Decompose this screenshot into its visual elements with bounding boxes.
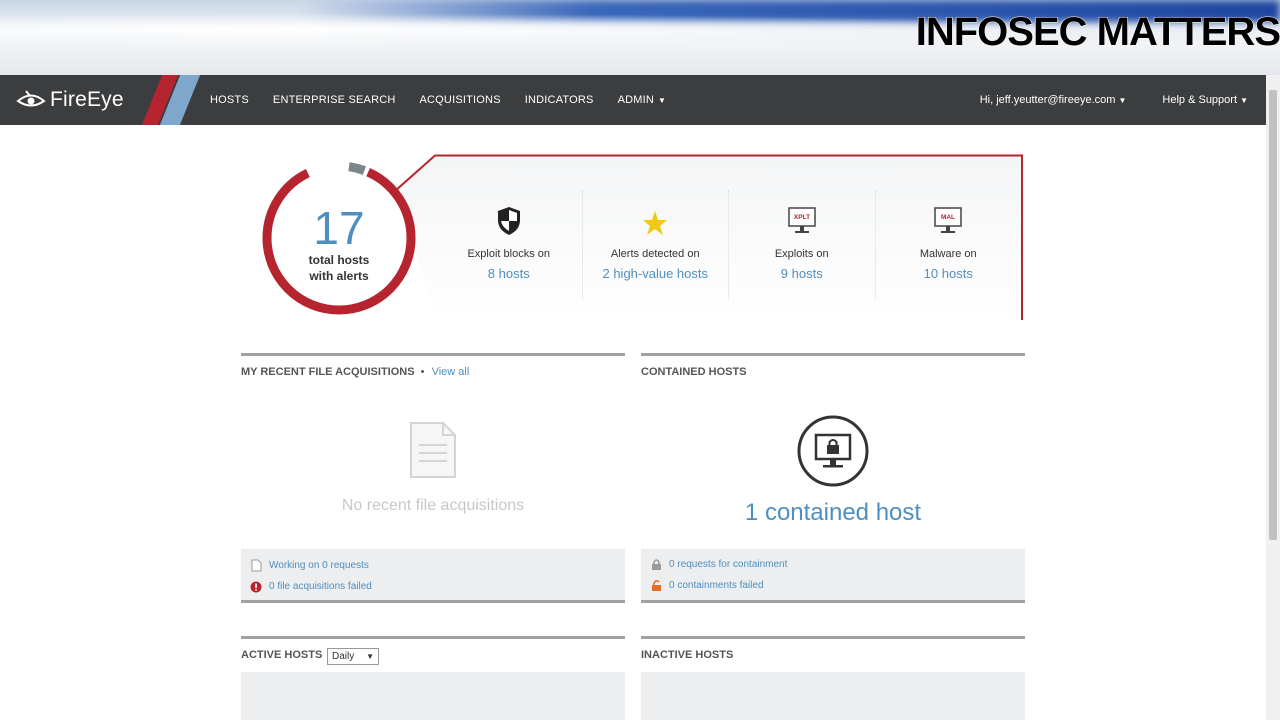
nav-enterprise-search[interactable]: ENTERPRISE SEARCH bbox=[273, 94, 396, 106]
error-icon bbox=[249, 580, 263, 594]
containments-failed-link[interactable]: 0 containments failed bbox=[641, 575, 1025, 596]
active-panel-rule bbox=[241, 636, 625, 639]
caret-down-icon: ▼ bbox=[1118, 96, 1127, 105]
file-icon bbox=[249, 559, 263, 573]
brand-name: FireEye bbox=[50, 88, 124, 111]
shield-icon bbox=[497, 207, 520, 235]
nav-admin-label: ADMIN bbox=[617, 94, 655, 106]
lock-icon bbox=[649, 558, 663, 572]
stat-label: Exploits on bbox=[774, 248, 829, 260]
working-requests-text: Working on 0 requests bbox=[269, 560, 369, 571]
nav-indicators[interactable]: INDICATORS bbox=[525, 94, 594, 106]
user-menu[interactable]: Hi, jeff.yeutter@fireeye.com ▼ bbox=[962, 94, 1127, 106]
nav-admin[interactable]: ADMIN ▼ bbox=[618, 94, 667, 106]
main-nav: HOSTS ENTERPRISE SEARCH ACQUISITIONS IND… bbox=[210, 75, 690, 125]
acquisitions-footer: Working on 0 requests 0 file acquisition… bbox=[241, 549, 625, 603]
stat-link-high-value-hosts[interactable]: 2 high-value hosts bbox=[583, 266, 729, 281]
user-menu-label: Hi, jeff.yeutter@fireeye.com bbox=[979, 94, 1116, 106]
stat-link-exploits[interactable]: 9 hosts bbox=[729, 266, 875, 281]
contained-panel-title: CONTAINED HOSTS bbox=[641, 366, 747, 378]
help-menu[interactable]: Help & Support ▼ bbox=[1144, 94, 1248, 106]
total-hosts-label-line2: with alerts bbox=[309, 269, 369, 283]
top-navbar: FireEye HOSTS ENTERPRISE SEARCH ACQUISIT… bbox=[0, 75, 1266, 125]
fireeye-logo-icon bbox=[16, 90, 46, 107]
malware-monitor-icon: MAL bbox=[934, 207, 962, 233]
stat-high-value-alerts: Alerts detected on 2 high-value hosts bbox=[583, 190, 729, 300]
nav-user-area: Hi, jeff.yeutter@fireeye.com ▼ Help & Su… bbox=[944, 75, 1248, 125]
containments-failed-text: 0 containments failed bbox=[669, 580, 764, 591]
period-select-value: Daily bbox=[332, 651, 355, 662]
contained-monitor-lock-icon bbox=[797, 415, 869, 487]
stat-malware: MAL Malware on 10 hosts bbox=[876, 190, 1022, 300]
inactive-panel-rule bbox=[641, 636, 1025, 639]
active-hosts-title: ACTIVE HOSTS bbox=[241, 649, 323, 661]
malware-badge: MAL bbox=[941, 214, 955, 221]
help-menu-label: Help & Support bbox=[1162, 94, 1238, 106]
stat-label: Malware on bbox=[919, 248, 977, 260]
acquisitions-panel-title: MY RECENT FILE ACQUISITIONS • View all bbox=[241, 366, 469, 378]
brand-logo[interactable]: FireEye bbox=[0, 75, 180, 125]
active-hosts-period-select[interactable]: Daily ▼ bbox=[327, 648, 379, 665]
scrollbar-thumb[interactable] bbox=[1269, 90, 1277, 540]
total-hosts-label-line1: total hosts bbox=[308, 253, 370, 267]
hosts-with-alerts-ring[interactable]: 17 total hosts with alerts bbox=[258, 157, 420, 319]
active-hosts-chart-area bbox=[241, 672, 625, 720]
document-icon bbox=[410, 422, 456, 478]
title-separator: • bbox=[420, 366, 425, 378]
containment-requests-link[interactable]: 0 requests for containment bbox=[641, 554, 1025, 575]
stat-label: Alerts detected on bbox=[610, 248, 700, 260]
watermark-text: INFOSEC MATTERS bbox=[915, 10, 1280, 55]
failed-acquisitions-link[interactable]: 0 file acquisitions failed bbox=[241, 576, 625, 597]
contained-panel-rule bbox=[641, 353, 1025, 356]
caret-down-icon: ▼ bbox=[366, 652, 374, 661]
inactive-hosts-chart-area bbox=[641, 672, 1025, 720]
star-icon bbox=[643, 211, 668, 235]
contained-footer: 0 requests for containment 0 containment… bbox=[641, 549, 1025, 603]
stat-exploit-blocks: Exploit blocks on 8 hosts bbox=[436, 190, 583, 300]
exploit-badge: XPLT bbox=[794, 214, 810, 221]
inactive-hosts-title: INACTIVE HOSTS bbox=[641, 649, 734, 661]
stat-link-malware[interactable]: 10 hosts bbox=[876, 266, 1022, 281]
failed-acquisitions-text: 0 file acquisitions failed bbox=[269, 581, 372, 592]
containment-requests-text: 0 requests for containment bbox=[669, 559, 788, 570]
acquisitions-title-text: MY RECENT FILE ACQUISITIONS bbox=[241, 366, 415, 378]
nav-acquisitions[interactable]: ACQUISITIONS bbox=[420, 94, 501, 106]
total-hosts-count: 17 bbox=[313, 202, 365, 254]
no-acquisitions-text: No recent file acquisitions bbox=[341, 497, 525, 514]
alert-stats-row: Exploit blocks on 8 hosts Alerts detecte… bbox=[436, 190, 1021, 300]
acquisitions-panel-rule bbox=[241, 353, 625, 356]
stat-label: Exploit blocks on bbox=[467, 248, 551, 260]
exploit-monitor-icon: XPLT bbox=[788, 207, 816, 233]
working-requests-link[interactable]: Working on 0 requests bbox=[241, 555, 625, 576]
caret-down-icon: ▼ bbox=[658, 96, 667, 105]
contained-host-count[interactable]: 1 contained host bbox=[641, 499, 1025, 527]
nav-hosts[interactable]: HOSTS bbox=[210, 94, 249, 106]
view-all-link[interactable]: View all bbox=[432, 366, 470, 378]
page-scrollbar[interactable] bbox=[1266, 75, 1280, 720]
stat-link-exploit-blocks[interactable]: 8 hosts bbox=[436, 266, 582, 281]
unlock-warning-icon bbox=[649, 579, 663, 593]
stat-exploits: XPLT Exploits on 9 hosts bbox=[729, 190, 876, 300]
caret-down-icon: ▼ bbox=[1240, 96, 1248, 105]
total-hosts-label: total hosts with alerts bbox=[258, 252, 420, 284]
